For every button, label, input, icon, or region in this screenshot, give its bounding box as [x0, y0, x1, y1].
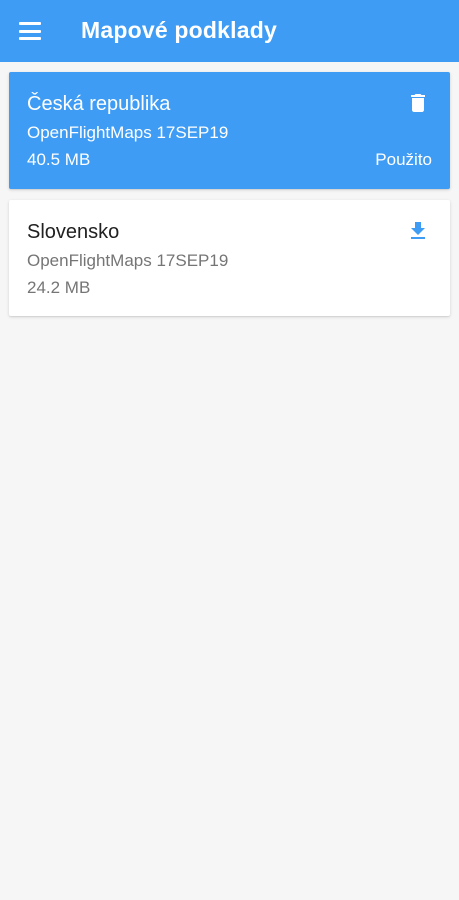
menu-icon-line [19, 37, 41, 40]
map-item-source: OpenFlightMaps 17SEP19 [27, 251, 229, 270]
map-item-name: Slovensko [27, 221, 120, 243]
download-icon[interactable] [406, 219, 430, 243]
map-item-size: 24.2 MB [27, 278, 91, 297]
map-item-name: Česká republika [27, 93, 171, 115]
map-item-czech-republic[interactable]: Česká republika OpenFlightMaps 17SEP19 4… [9, 72, 450, 189]
map-item-status: Použito [375, 150, 432, 169]
menu-icon-line [19, 29, 41, 33]
menu-icon-line [19, 22, 41, 25]
menu-button[interactable] [19, 22, 43, 40]
map-item-slovakia[interactable]: Slovensko OpenFlightMaps 17SEP19 24.2 MB [9, 200, 450, 316]
app-bar: Mapové podklady [0, 0, 459, 62]
page-title: Mapové podklady [81, 17, 277, 43]
delete-icon[interactable] [406, 91, 430, 115]
map-item-source: OpenFlightMaps 17SEP19 [27, 123, 229, 142]
map-item-size: 40.5 MB [27, 150, 91, 169]
